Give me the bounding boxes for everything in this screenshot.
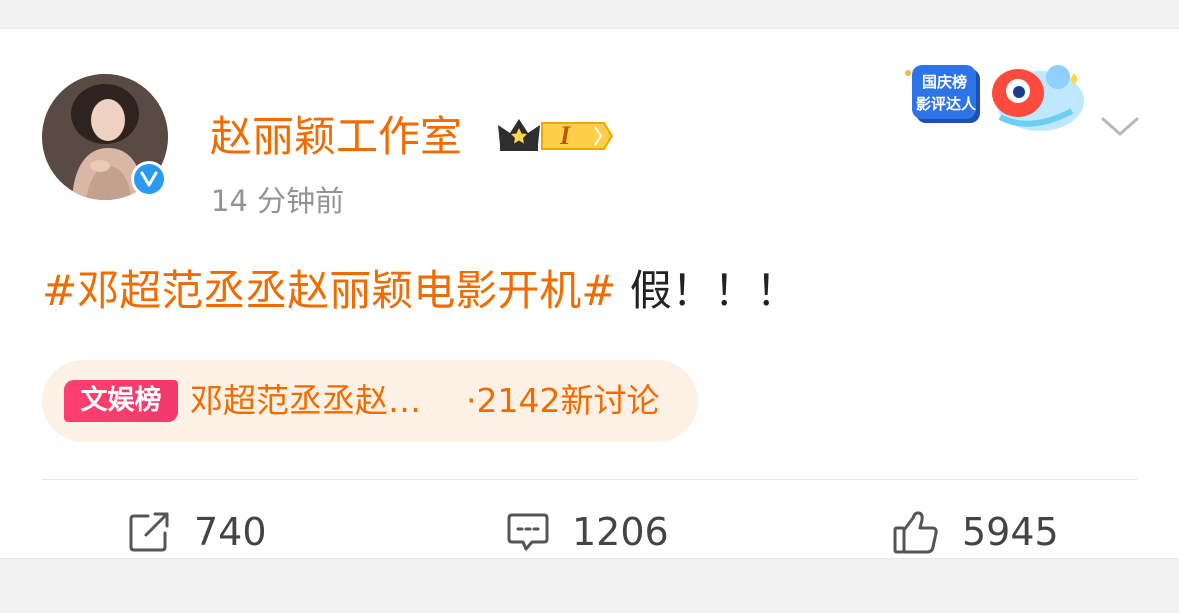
comment-count: 1206 (572, 510, 669, 554)
repost-count: 740 (194, 510, 267, 554)
promo-badge-line-1: 国庆榜 (922, 73, 968, 91)
post-content: #邓超范丞丞赵丽颖电影开机# 假！！！ (42, 261, 798, 321)
post-text: 假！！！ (616, 266, 798, 315)
post-card: 赵丽颖工作室 I 14 分钟前 国庆榜 影评达人 #邓超范丞丞赵丽颖电影开机# … (0, 28, 1179, 559)
like-count: 5945 (962, 510, 1059, 554)
hashtag-link[interactable]: #邓超范丞丞赵丽颖电影开机# (42, 266, 616, 315)
member-level: I (560, 121, 571, 150)
repost-button[interactable]: 740 (128, 507, 267, 557)
like-button[interactable]: 5945 (892, 507, 1059, 557)
comment-button[interactable]: 1206 (506, 507, 669, 557)
topic-discussion-count: ·2142新讨论 (466, 381, 660, 420)
topic-card[interactable]: 文娱榜 邓超范丞丞赵… ·2142新讨论 (42, 360, 698, 442)
crown-icon (498, 119, 540, 151)
chevron-down-icon[interactable] (1100, 115, 1140, 139)
author-name[interactable]: 赵丽颖工作室 (210, 109, 462, 165)
member-badge[interactable]: I (496, 115, 614, 157)
topic-tag: 文娱榜 (64, 380, 178, 422)
divider (42, 479, 1137, 480)
promo-badge[interactable]: 国庆榜 影评达人 (900, 33, 1090, 143)
like-icon (892, 509, 940, 555)
promo-badge-line-2: 影评达人 (916, 95, 977, 113)
post-timestamp: 14 分钟前 (211, 184, 345, 218)
topic-title: 邓超范丞丞赵… (190, 381, 421, 420)
verified-icon (134, 164, 164, 194)
repost-icon (128, 511, 172, 553)
verified-badge (131, 161, 167, 197)
comment-icon (506, 511, 550, 553)
